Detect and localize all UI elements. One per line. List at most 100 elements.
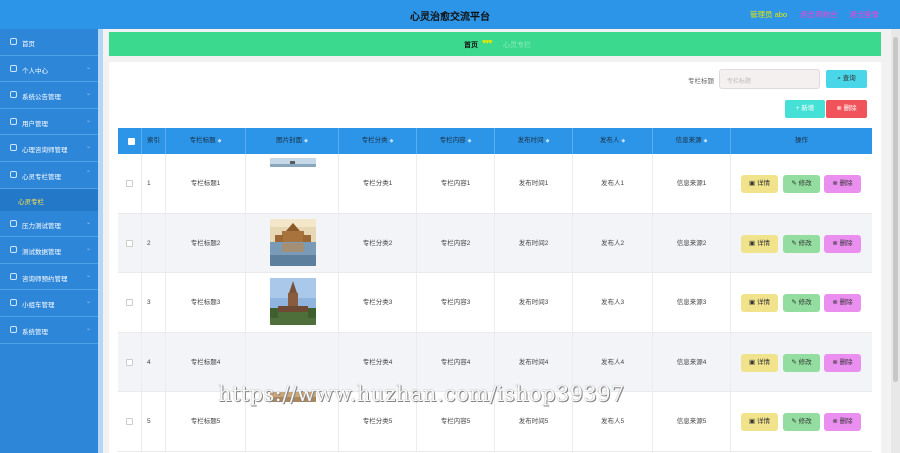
- sidebar-item-label: 系统管理: [22, 328, 48, 336]
- row-checkbox[interactable]: [126, 418, 133, 426]
- sidebar-item-system[interactable]: 系统管理 ⌄: [0, 317, 98, 344]
- delete-button[interactable]: ⊗ 删除: [824, 413, 861, 432]
- batch-delete-button[interactable]: ⊗ 删除: [826, 100, 867, 118]
- sidebar-item-column[interactable]: 心灵专栏管理 ⌃: [0, 162, 98, 189]
- sidebar-item-users[interactable]: 用户管理 ⌄: [0, 109, 98, 136]
- sidebar-item-notice[interactable]: 系统公告管理 ⌄: [0, 82, 98, 109]
- cover-image[interactable]: [270, 158, 316, 167]
- sidebar-scrollbar[interactable]: [98, 29, 103, 453]
- edit-button[interactable]: ✎ 修改: [783, 413, 820, 432]
- select-all-checkbox[interactable]: [128, 138, 135, 145]
- cell-time: 发布时间2: [495, 213, 573, 273]
- sidebar-item-label: 小组车管理: [22, 302, 55, 310]
- sidebar-item-label: 测试数据管理: [22, 249, 61, 257]
- sidebar-item-label: 系统公告管理: [22, 94, 61, 102]
- th-actions: 操作: [731, 128, 872, 154]
- home-icon: [10, 38, 17, 45]
- sidebar: 首页 个人中心 ⌄ 系统公告管理 ⌄ 用户管理 ⌄ 心理咨询师管理 ⌄ 心灵专栏…: [0, 29, 98, 453]
- sort-icon: ◆: [217, 138, 222, 144]
- detail-icon: ▣: [749, 180, 756, 187]
- search-icon: ⌕: [837, 75, 841, 82]
- th-publisher[interactable]: 发布人 ◆: [573, 128, 653, 154]
- sidebar-item-group[interactable]: 小组车管理 ⌄: [0, 290, 98, 317]
- detail-label: 详情: [756, 180, 770, 187]
- sort-icon: ◆: [621, 138, 626, 144]
- delete-button[interactable]: ⊗ 删除: [824, 353, 861, 372]
- sidebar-item-consultants[interactable]: 心理咨询师管理 ⌄: [0, 135, 98, 162]
- detail-button[interactable]: ▣ 详情: [741, 294, 778, 313]
- page-scrollbar[interactable]: [891, 29, 900, 453]
- cover-image[interactable]: [270, 218, 316, 266]
- trash-icon: ⊗: [832, 299, 838, 307]
- edit-button[interactable]: ✎ 修改: [783, 234, 820, 253]
- row-select-cell: [118, 154, 142, 213]
- data-icon: [10, 246, 17, 254]
- th-category[interactable]: 专栏分类 ◆: [339, 128, 417, 154]
- cell-publisher: 发布人2: [573, 213, 653, 273]
- cover-image[interactable]: [270, 278, 316, 326]
- detail-button[interactable]: ▣ 详情: [741, 234, 778, 253]
- chevron-down-icon: ⌄: [86, 117, 92, 124]
- delete-button[interactable]: ⊗ 删除: [824, 294, 861, 313]
- sidebar-item-appointments[interactable]: 咨询师预约管理 ⌄: [0, 264, 98, 291]
- edit-button[interactable]: ✎ 修改: [783, 353, 820, 372]
- cell-source: 信息来源1: [653, 154, 731, 213]
- logout-link[interactable]: 退出登录: [849, 9, 879, 20]
- sidebar-item-test-data[interactable]: 测试数据管理 ⌄: [0, 237, 98, 264]
- cell-content: 专栏内容3: [417, 273, 495, 333]
- delete-button[interactable]: ⊗ 删除: [824, 234, 861, 253]
- chevron-down-icon: ⌄: [86, 246, 92, 253]
- breadcrumb-current: 心灵专栏: [503, 42, 531, 49]
- th-cover[interactable]: 图片封面 ◆: [246, 128, 339, 154]
- delete-label: 删除: [839, 299, 853, 307]
- column-icon: [10, 170, 17, 178]
- th-time[interactable]: 发布时间 ◆: [495, 128, 573, 154]
- delete-button[interactable]: ⊗ 删除: [824, 175, 861, 193]
- th-label: 专栏分类: [361, 137, 388, 144]
- th-content[interactable]: 专栏内容 ◆: [417, 128, 495, 154]
- sort-icon: ◆: [304, 138, 308, 144]
- trash-icon: ⊗: [836, 105, 842, 112]
- search-label: 专栏标题: [688, 78, 714, 85]
- th-title[interactable]: 专栏标题 ◆: [166, 128, 246, 154]
- sort-icon: ◆: [703, 138, 708, 144]
- cell-category: 专栏分类3: [339, 273, 417, 333]
- edit-button[interactable]: ✎ 修改: [783, 175, 820, 193]
- detail-button[interactable]: ▣ 详情: [741, 413, 778, 432]
- th-source[interactable]: 信息来源 ◆: [653, 128, 731, 154]
- scrollbar-thumb[interactable]: [893, 37, 898, 382]
- add-button[interactable]: + 新增: [785, 100, 825, 118]
- row-checkbox[interactable]: [126, 180, 133, 187]
- sidebar-subitem-column[interactable]: 心灵专栏: [0, 188, 98, 211]
- cell-publisher: 发布人3: [573, 273, 653, 333]
- chevron-down-icon: ⌄: [86, 299, 92, 306]
- detail-button[interactable]: ▣ 详情: [741, 353, 778, 372]
- row-checkbox[interactable]: [126, 239, 133, 247]
- cell-time: 发布时间1: [495, 154, 573, 213]
- cell-source: 信息来源4: [653, 332, 731, 392]
- cell-content: 专栏内容1: [417, 154, 495, 213]
- consultant-icon: [10, 144, 17, 152]
- row-checkbox[interactable]: [126, 299, 133, 307]
- query-button[interactable]: ⌕ 查询: [826, 70, 867, 88]
- sidebar-item-label: 个人中心: [22, 67, 48, 75]
- sidebar-item-stress-test[interactable]: 压力测试管理 ⌄: [0, 211, 98, 238]
- breadcrumb-home[interactable]: 首页: [464, 40, 478, 50]
- sidebar-subitem-label: 心灵专栏: [18, 198, 44, 206]
- edit-button[interactable]: ✎ 修改: [783, 294, 820, 313]
- query-label: 查询: [842, 75, 856, 82]
- cell-publisher: 发布人1: [573, 154, 653, 213]
- back-to-frontend-link[interactable]: 退出到前台: [800, 9, 838, 20]
- search-input[interactable]: 专栏标题: [719, 69, 820, 89]
- delete-label: 删除: [839, 418, 853, 426]
- detail-button[interactable]: ▣ 详情: [741, 175, 778, 193]
- chevron-down-icon: ⌄: [86, 272, 92, 279]
- th-label: 专栏内容: [439, 137, 466, 144]
- row-checkbox[interactable]: [126, 358, 133, 366]
- detail-label: 详情: [756, 239, 770, 247]
- sidebar-item-home[interactable]: 首页: [0, 29, 98, 56]
- sidebar-item-profile[interactable]: 个人中心 ⌄: [0, 56, 98, 83]
- sidebar-item-label: 首页: [22, 41, 35, 48]
- sidebar-item-label: 心灵专栏管理: [22, 173, 61, 181]
- sort-icon: ◆: [467, 138, 472, 144]
